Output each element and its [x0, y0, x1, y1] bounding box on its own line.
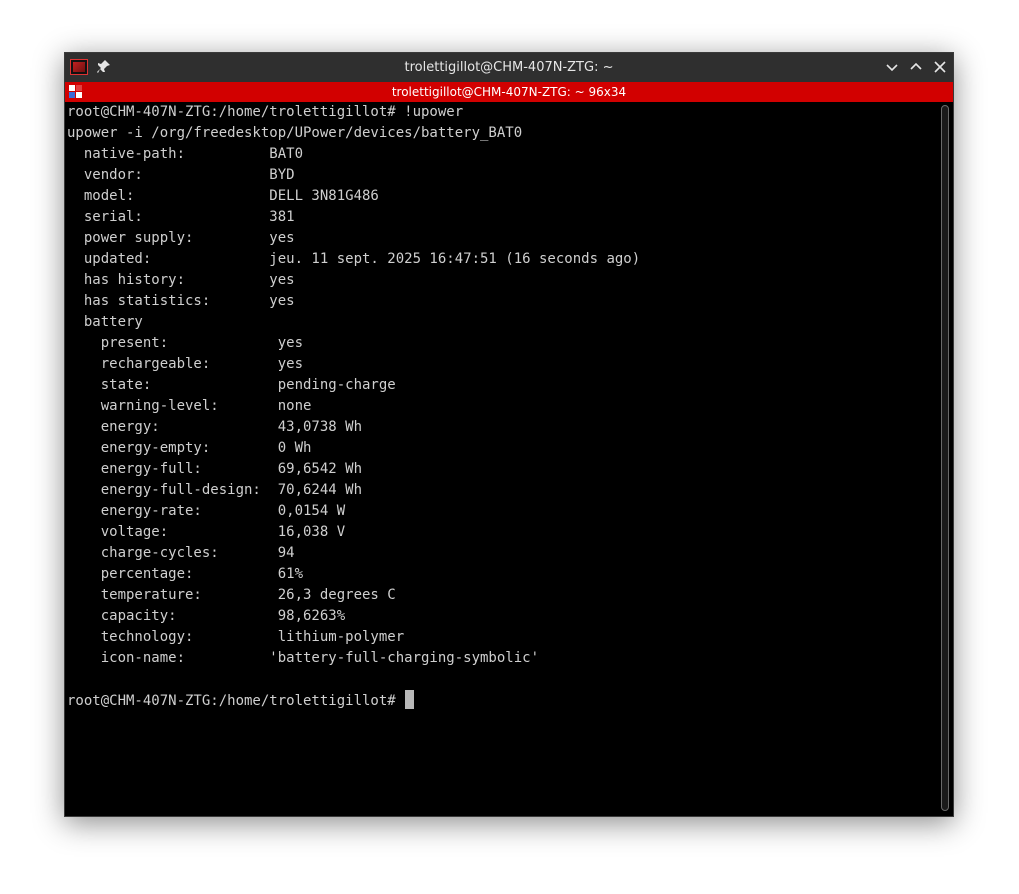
- terminal-line: state: pending-charge: [67, 377, 396, 393]
- terminal-line: energy-empty: 0 Wh: [67, 440, 312, 456]
- text-cursor: [404, 690, 414, 709]
- terminal-line: model: DELL 3N81G486: [67, 188, 379, 204]
- chevron-up-icon: [910, 62, 922, 70]
- tab-bar[interactable]: trolettigillot@CHM-407N-ZTG: ~ 96x34: [65, 82, 953, 102]
- terminal-line: updated: jeu. 11 sept. 2025 16:47:51 (16…: [67, 251, 641, 267]
- terminal-line: has statistics: yes: [67, 293, 295, 309]
- terminal-line: energy-full: 69,6542 Wh: [67, 461, 363, 477]
- terminal-line: technology: lithium-polymer: [67, 629, 405, 645]
- scrollbar[interactable]: [938, 102, 953, 816]
- terminal-line: energy-rate: 0,0154 W: [67, 503, 346, 519]
- close-button[interactable]: [930, 57, 950, 77]
- terminal-line: energy-full-design: 70,6244 Wh: [67, 482, 363, 498]
- terminal-line: present: yes: [67, 335, 304, 351]
- scrollbar-thumb[interactable]: [941, 105, 949, 811]
- terminal-line: serial: 381: [67, 209, 295, 225]
- terminal-line: rechargeable: yes: [67, 356, 304, 372]
- terminal-line: temperature: 26,3 degrees C: [67, 587, 396, 603]
- terminal-line: warning-level: none: [67, 398, 312, 414]
- title-bar[interactable]: trolettigillot@CHM-407N-ZTG: ~: [65, 53, 953, 82]
- terminal-line: percentage: 61%: [67, 566, 304, 582]
- terminal-line: charge-cycles: 94: [67, 545, 295, 561]
- terminal-line: icon-name: 'battery-full-charging-symbol…: [67, 650, 540, 666]
- chevron-down-icon: [886, 64, 898, 72]
- close-icon: [934, 61, 946, 73]
- terminal-output[interactable]: root@CHM-407N-ZTG:/home/trolettigillot# …: [65, 102, 938, 816]
- terminal-line: upower -i /org/freedesktop/UPower/device…: [67, 125, 523, 141]
- terminal-window: trolettigillot@CHM-407N-ZTG: ~ trolettig…: [64, 52, 954, 817]
- terminal-line: native-path: BAT0: [67, 146, 304, 162]
- terminal-line: capacity: 98,6263%: [67, 608, 346, 624]
- tab-title[interactable]: trolettigillot@CHM-407N-ZTG: ~ 96x34: [65, 85, 953, 99]
- terminal-line: has history: yes: [67, 272, 295, 288]
- terminal-line: vendor: BYD: [67, 167, 295, 183]
- terminal-line: energy: 43,0738 Wh: [67, 419, 363, 435]
- prompt-line[interactable]: root@CHM-407N-ZTG:/home/trolettigillot#: [67, 690, 938, 711]
- maximize-button[interactable]: [906, 57, 926, 77]
- terminal-line: root@CHM-407N-ZTG:/home/trolettigillot# …: [67, 104, 464, 120]
- minimize-button[interactable]: [882, 57, 902, 77]
- shell-prompt: root@CHM-407N-ZTG:/home/trolettigillot#: [67, 693, 396, 709]
- terminal-line: voltage: 16,038 V: [67, 524, 346, 540]
- window-title: trolettigillot@CHM-407N-ZTG: ~: [404, 60, 614, 75]
- terminal-line: power supply: yes: [67, 230, 295, 246]
- terminal-line: battery: [67, 314, 143, 330]
